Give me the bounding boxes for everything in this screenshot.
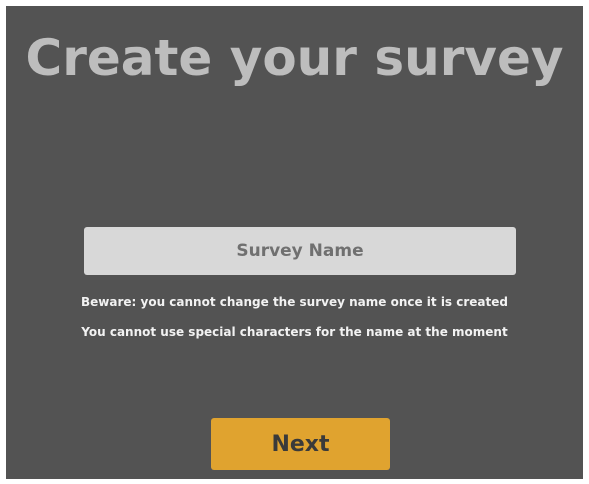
next-button[interactable]: Next: [211, 418, 390, 470]
survey-name-warning: Beware: you cannot change the survey nam…: [81, 295, 508, 309]
survey-name-input[interactable]: [84, 227, 516, 275]
create-survey-panel: Create your survey Beware: you cannot ch…: [6, 6, 583, 479]
page-title: Create your survey: [25, 29, 564, 87]
special-characters-note: You cannot use special characters for th…: [81, 325, 508, 339]
